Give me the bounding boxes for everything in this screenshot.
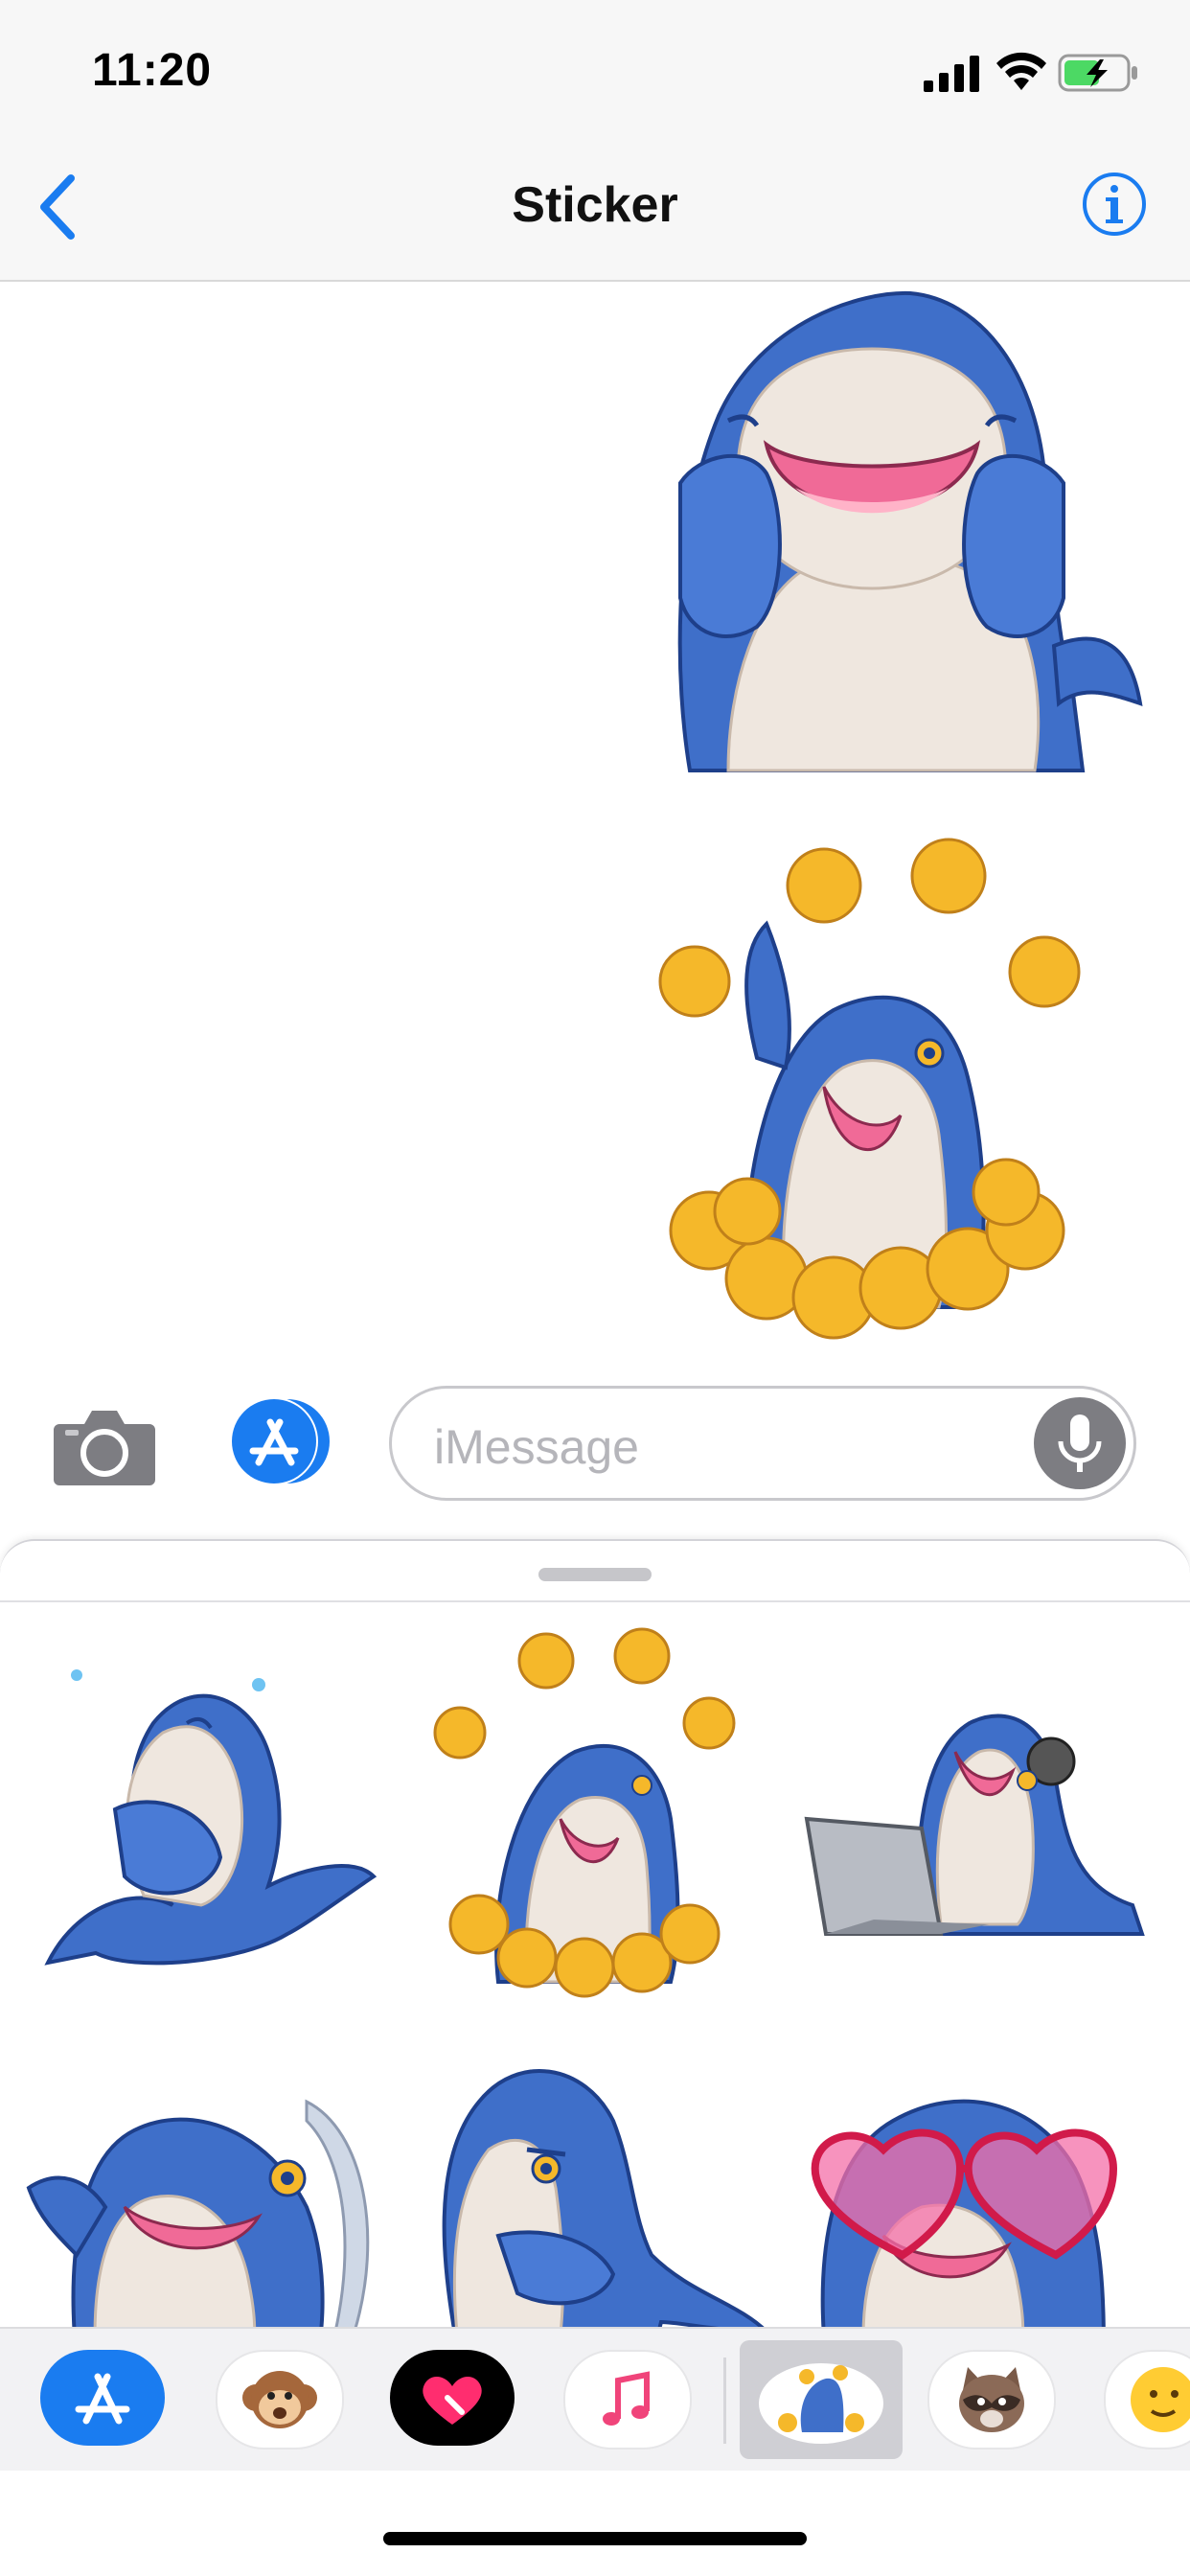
drawer-divider: [0, 1600, 1190, 1602]
heart-touch-icon: [423, 2376, 482, 2425]
home-indicator[interactable]: [383, 2532, 807, 2545]
imessage-app-tray: [0, 2327, 1190, 2472]
status-bar: 11:20: [0, 0, 1190, 134]
tray-music[interactable]: [563, 2350, 692, 2450]
drawer-grabber[interactable]: [538, 1568, 652, 1581]
home-indicator-area: [0, 2471, 1190, 2576]
wifi-icon: [996, 52, 1046, 90]
battery-charging-icon: [1058, 54, 1137, 92]
status-time: 11:20: [92, 45, 213, 96]
camera-button[interactable]: [52, 1401, 157, 1487]
tray-animoji[interactable]: [216, 2350, 344, 2450]
navigation-bar: Sticker: [0, 134, 1190, 282]
conversation-title[interactable]: Sticker: [0, 176, 1190, 234]
tray-digital-touch[interactable]: [390, 2350, 515, 2446]
shark-sticker-icon: [759, 2363, 883, 2444]
sticker-shark-laptop-headphones[interactable]: [788, 1618, 1171, 2001]
raccoon-icon: [959, 2367, 1024, 2432]
sticker-drawer: [0, 1539, 1190, 2362]
sent-sticker-shark-thumbs-up[interactable]: [642, 828, 1102, 1355]
tray-shark-sticker-selected[interactable]: [740, 2340, 903, 2459]
emoji-face-icon: [1131, 2367, 1190, 2432]
status-icons: [924, 52, 1144, 94]
message-input-placeholder: iMessage: [434, 1420, 639, 1474]
tray-raccoon-sticker[interactable]: [927, 2350, 1056, 2450]
info-button[interactable]: [1081, 171, 1148, 238]
microphone-icon: [1058, 1414, 1102, 1472]
message-composer: iMessage: [0, 1365, 1190, 1533]
cellular-signal-icon: [924, 56, 979, 92]
sent-sticker-shark-laughing[interactable]: [623, 282, 1145, 809]
tray-emoji-sticker[interactable]: [1104, 2350, 1190, 2450]
monkey-icon: [242, 2371, 317, 2428]
sticker-shark-crying-hug[interactable]: [19, 1618, 402, 2001]
microphone-button[interactable]: [1034, 1397, 1126, 1489]
conversation-transcript: [0, 282, 1190, 1365]
tray-separator: [723, 2358, 726, 2444]
app-store-icon: [75, 2373, 130, 2425]
tray-app-store[interactable]: [40, 2350, 165, 2446]
apps-button[interactable]: [220, 1395, 337, 1487]
sticker-shark-thumbs-up[interactable]: [402, 1618, 786, 2001]
message-input[interactable]: iMessage: [389, 1386, 1136, 1501]
music-note-icon: [603, 2371, 650, 2426]
